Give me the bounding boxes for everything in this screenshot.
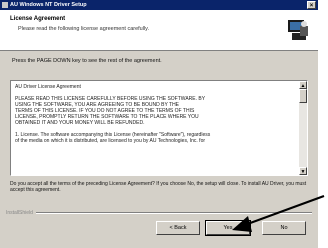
accept-question: Do you accept all the terms of the prece… <box>10 181 307 193</box>
app-icon <box>2 2 8 8</box>
license-textbox[interactable]: AU Driver License Agreement PLEASE READ … <box>10 80 308 176</box>
page-title: License Agreement <box>10 16 66 22</box>
setup-computer-icon <box>288 20 308 40</box>
title-bar[interactable]: AU Windows NT Driver Setup × <box>0 0 318 10</box>
license-text: AU Driver License Agreement PLEASE READ … <box>15 84 211 144</box>
close-icon[interactable]: × <box>307 1 316 9</box>
wizard-header: License Agreement Please read the follow… <box>0 10 318 51</box>
yes-button[interactable]: Yes <box>205 220 251 236</box>
scroll-thumb[interactable] <box>299 89 307 103</box>
scroll-down-icon[interactable]: ▼ <box>299 167 307 175</box>
installshield-brand: InstallShield <box>6 210 33 216</box>
setup-window: AU Windows NT Driver Setup × License Agr… <box>0 0 318 248</box>
no-button[interactable]: No <box>262 221 306 235</box>
page-subtitle: Please read the following license agreem… <box>18 26 150 32</box>
footer-divider <box>36 212 312 214</box>
vertical-scrollbar[interactable]: ▲ ▼ <box>299 81 307 175</box>
scroll-up-icon[interactable]: ▲ <box>299 81 307 89</box>
instruction-text: Press the PAGE DOWN key to see the rest … <box>12 58 162 64</box>
window-title: AU Windows NT Driver Setup <box>10 2 87 8</box>
back-button[interactable]: < Back <box>156 221 200 235</box>
